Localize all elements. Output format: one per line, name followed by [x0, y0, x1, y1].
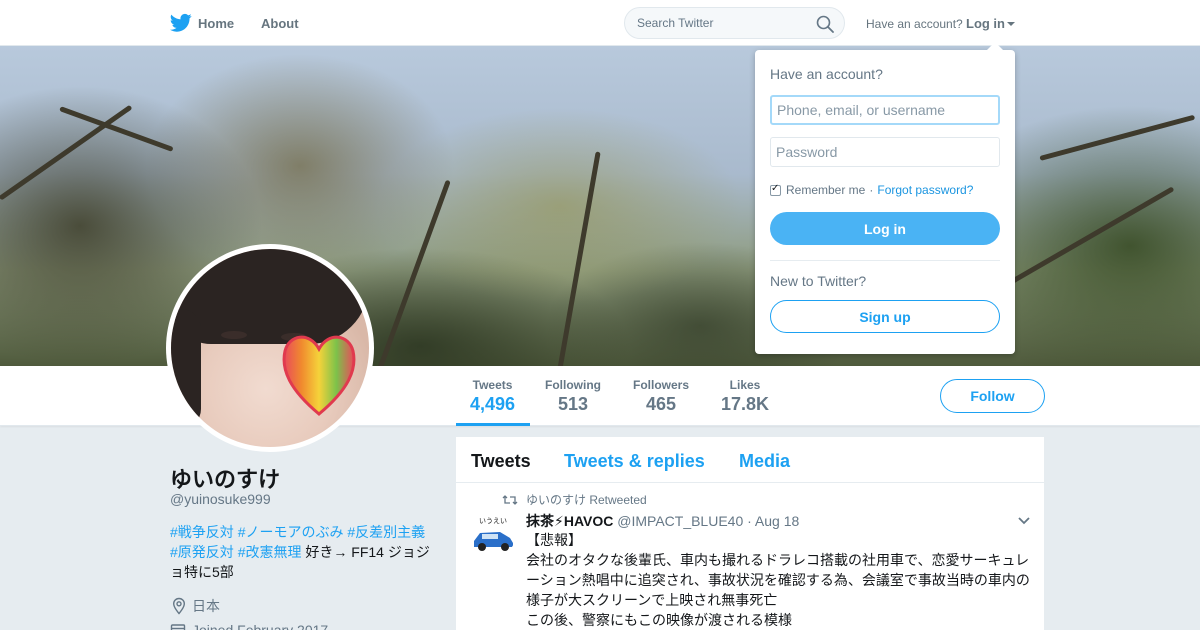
tab-tweets-and-replies[interactable]: Tweets & replies [564, 451, 705, 472]
profile-avatar[interactable] [166, 244, 374, 452]
heart-sticker-icon [282, 335, 356, 416]
stat-value: 4,496 [470, 394, 516, 414]
search-icon[interactable] [816, 15, 834, 33]
hashtag-link[interactable]: #反差別主義 [347, 524, 425, 540]
profile-joined: Joined February 2017 [170, 622, 328, 630]
svg-text:いうえい: いうえい [479, 517, 507, 525]
forgot-password-link[interactable]: Forgot password? [877, 183, 973, 197]
stat-label: Following [545, 378, 601, 392]
hashtag-link[interactable]: #戦争反対 [170, 524, 234, 540]
password-field[interactable] [770, 137, 1000, 167]
nav-about-link[interactable]: About [261, 16, 299, 31]
tweet-header: 抹茶⚡HAVOC @IMPACT_BLUE40 · Aug 18 [526, 511, 799, 531]
stat-label: Followers [633, 378, 690, 392]
new-to-twitter-text: New to Twitter? [770, 273, 867, 289]
stat-value: 17.8K [721, 394, 770, 414]
profile-handle: @yuinosuke999 [170, 491, 271, 507]
stat-label: Tweets [472, 378, 513, 392]
retweet-context: ゆいのすけ Retweeted [502, 491, 647, 508]
tweet-date[interactable]: · Aug 18 [747, 513, 799, 529]
hashtag-link[interactable]: #原発反対 [170, 544, 234, 560]
top-navigation-bar: Home About Have an account? Log in [0, 0, 1200, 46]
stat-value: 465 [645, 394, 677, 414]
active-stat-underline [456, 423, 530, 426]
remember-row: Remember me · Forgot password? [770, 183, 973, 197]
login-link-label: Log in [966, 16, 1005, 31]
stat-following[interactable]: Following 513 [545, 378, 601, 415]
stat-followers[interactable]: Followers 465 [633, 378, 689, 415]
retweet-icon [502, 494, 518, 505]
separator-dot: · [869, 183, 874, 197]
search-input[interactable] [637, 16, 807, 30]
search-box[interactable] [624, 7, 845, 39]
profile-bio: #戦争反対 #ノーモアのぶみ #反差別主義 #原発反対 #改憲無理 好き→ FF… [170, 522, 440, 582]
login-button[interactable]: Log in [770, 212, 1000, 245]
timeline-tabs: Tweets Tweets & replies Media [456, 437, 1044, 483]
tab-media[interactable]: Media [739, 451, 790, 472]
tweet-author-name[interactable]: 抹茶⚡HAVOC [526, 513, 613, 529]
location-pin-icon [172, 597, 186, 615]
location-text: 日本 [192, 598, 220, 614]
hashtag-link[interactable]: #ノーモアのぶみ [238, 524, 344, 540]
stat-likes[interactable]: Likes 17.8K [721, 378, 769, 415]
retweet-context-text: ゆいのすけ Retweeted [526, 493, 647, 507]
hashtag-link[interactable]: #改憲無理 [238, 544, 302, 560]
profile-name: ゆいのすけ [170, 467, 281, 492]
remember-me-label[interactable]: Remember me [786, 183, 865, 197]
tweet-text: 【悲報】 会社のオタクな後輩氏、車内も撮れるドラレコ搭載の社用車で、恋愛サーキュ… [526, 532, 1030, 628]
have-account-text: Have an account? [866, 17, 963, 31]
timeline-panel: Tweets Tweets & replies Media ゆいのすけ Retw… [456, 437, 1044, 630]
profile-location: 日本 [170, 596, 220, 616]
twitter-bird-icon [170, 13, 192, 32]
dropdown-divider [770, 260, 1000, 261]
car-avatar-icon: いうえい [470, 511, 516, 557]
calendar-icon [170, 624, 186, 630]
login-dropdown: Have an account? Remember me · Forgot pa… [755, 42, 1015, 354]
tweet-author-avatar[interactable]: いうえい [470, 511, 516, 557]
login-dropdown-toggle[interactable]: Log in [966, 16, 1015, 31]
tweet-author-username[interactable]: @IMPACT_BLUE40 [617, 513, 743, 529]
stat-value: 513 [557, 394, 589, 414]
stat-label: Likes [729, 378, 761, 392]
stat-tweets[interactable]: Tweets 4,496 [470, 378, 515, 415]
dropdown-title: Have an account? [770, 66, 883, 82]
nav-home-label: Home [198, 15, 235, 31]
signup-button[interactable]: Sign up [770, 300, 1000, 333]
remember-me-checkbox[interactable] [770, 183, 781, 196]
joined-text: Joined February 2017 [192, 622, 329, 630]
caret-down-icon [1007, 22, 1015, 26]
username-field[interactable] [770, 95, 1000, 125]
tab-tweets[interactable]: Tweets [471, 451, 531, 472]
nav-home-link[interactable]: Home [170, 13, 234, 33]
follow-button[interactable]: Follow [940, 379, 1045, 413]
chevron-down-icon[interactable] [1016, 513, 1032, 529]
avatar-photo [171, 249, 369, 447]
